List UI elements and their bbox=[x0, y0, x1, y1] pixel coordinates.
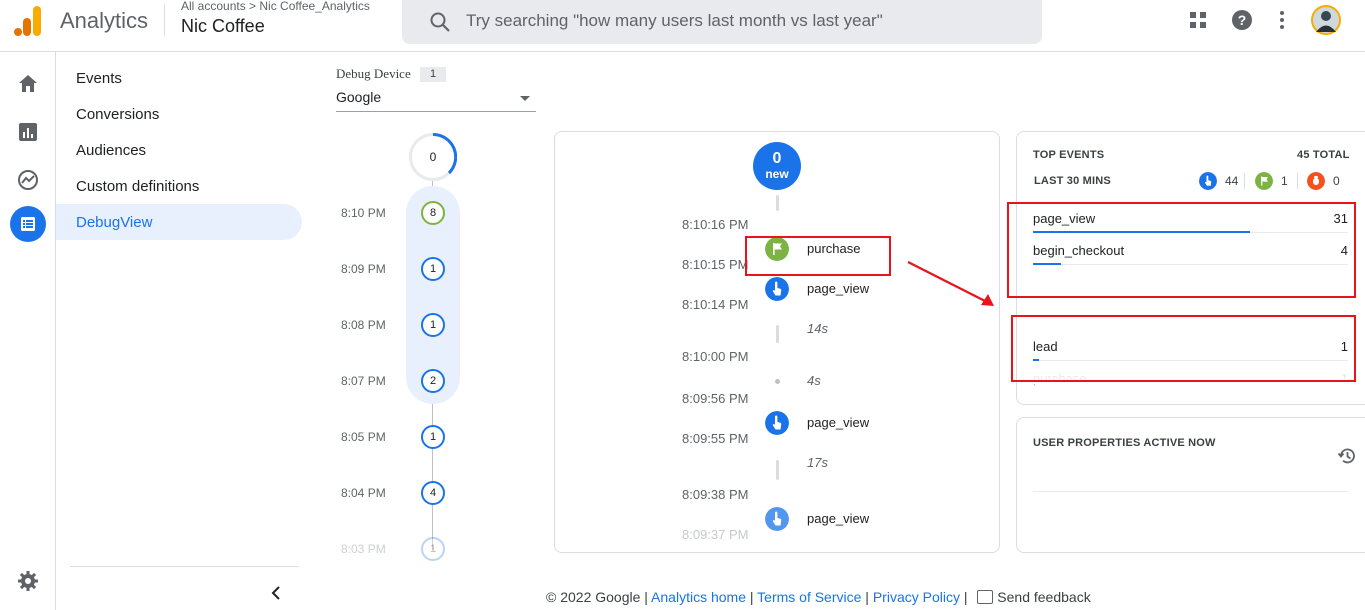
top-events-title: TOP EVENTS bbox=[1033, 149, 1105, 161]
stream-time: 8:09:56 PM bbox=[682, 391, 749, 406]
nav-item-debugview[interactable]: DebugView bbox=[76, 214, 152, 231]
stream-time: 8:09:38 PM bbox=[682, 487, 749, 502]
errors-count-icon bbox=[1307, 172, 1325, 190]
stream-connector bbox=[776, 460, 779, 480]
minute-count-dot[interactable]: 2 bbox=[421, 369, 445, 393]
user-properties-title: USER PROPERTIES ACTIVE NOW bbox=[1033, 437, 1216, 449]
minute-count-dot[interactable]: 1 bbox=[421, 425, 445, 449]
footer-feedback[interactable]: Send feedback bbox=[997, 589, 1090, 605]
svg-text:?: ? bbox=[1238, 12, 1247, 28]
footer: © 2022 Google | Analytics home | Terms o… bbox=[546, 589, 1091, 605]
stream-event-page-view[interactable]: page_view bbox=[807, 415, 869, 430]
collapse-chevron-left-icon[interactable] bbox=[268, 584, 286, 602]
stream-time: 8:10:00 PM bbox=[682, 349, 749, 364]
apps-grid-icon[interactable] bbox=[1186, 8, 1210, 32]
nav-item-custom-definitions[interactable]: Custom definitions bbox=[76, 178, 199, 195]
user-properties-divider bbox=[1033, 491, 1348, 492]
conversions-count: 1 bbox=[1281, 174, 1288, 188]
count-divider bbox=[1297, 173, 1298, 189]
annotation-box-purchase bbox=[745, 236, 891, 276]
debug-device-label: Debug Device bbox=[336, 66, 411, 81]
explore-icon[interactable] bbox=[16, 168, 40, 192]
more-vert-icon[interactable] bbox=[1270, 8, 1294, 32]
stream-time: 8:10:15 PM bbox=[682, 257, 749, 272]
top-events-total: 45 TOTAL bbox=[1297, 149, 1350, 161]
conversions-count-icon bbox=[1255, 172, 1273, 190]
property-selector[interactable]: Nic Coffee bbox=[181, 16, 265, 36]
stream-event-page-view[interactable]: page_view bbox=[807, 281, 869, 296]
account-breadcrumb[interactable]: All accounts > Nic Coffee_Analytics bbox=[181, 0, 370, 13]
minute-count-dot[interactable]: 1 bbox=[421, 537, 445, 561]
reports-icon[interactable] bbox=[16, 120, 40, 144]
minute-time: 8:04 PM bbox=[341, 486, 386, 500]
footer-copyright: © 2022 Google bbox=[546, 589, 641, 605]
analytics-logo[interactable] bbox=[14, 6, 42, 36]
events-count-icon bbox=[1199, 172, 1217, 190]
annotation-box-top-events bbox=[1007, 202, 1356, 298]
stream-time: 8:09:55 PM bbox=[682, 431, 749, 446]
current-minute-count: 0 bbox=[429, 150, 437, 164]
history-icon[interactable] bbox=[1337, 446, 1357, 466]
home-icon[interactable] bbox=[16, 72, 40, 96]
stream-gap: 4s bbox=[807, 373, 821, 388]
minute-time: 8:08 PM bbox=[341, 318, 386, 332]
nav-divider bbox=[70, 566, 299, 567]
footer-link-analytics-home[interactable]: Analytics home bbox=[651, 589, 746, 605]
minute-count-dot[interactable]: 1 bbox=[421, 313, 445, 337]
nav-item-audiences[interactable]: Audiences bbox=[76, 142, 146, 159]
configure-icon[interactable] bbox=[16, 212, 40, 236]
nav-item-conversions[interactable]: Conversions bbox=[76, 106, 159, 123]
annotation-arrow bbox=[907, 261, 994, 306]
stream-time: 8:09:37 PM bbox=[682, 527, 749, 542]
title-divider bbox=[164, 4, 165, 36]
app-title: Analytics bbox=[60, 8, 149, 33]
minute-count-dot[interactable]: 8 bbox=[421, 201, 445, 225]
stream-gap: 17s bbox=[807, 455, 828, 470]
stream-connector bbox=[776, 325, 779, 343]
events-count: 44 bbox=[1225, 174, 1239, 188]
annotation-box-lead bbox=[1011, 315, 1356, 382]
minute-time: 8:03 PM bbox=[341, 542, 386, 556]
minute-time: 8:07 PM bbox=[341, 374, 386, 388]
new-events-label: new bbox=[765, 167, 789, 181]
minute-count-dot[interactable]: 4 bbox=[421, 481, 445, 505]
stream-connector bbox=[776, 195, 779, 211]
footer-link-privacy[interactable]: Privacy Policy bbox=[873, 589, 960, 605]
errors-count: 0 bbox=[1333, 174, 1340, 188]
search-icon bbox=[430, 12, 450, 32]
stream-connector-dot bbox=[775, 379, 780, 384]
feedback-icon[interactable] bbox=[977, 590, 994, 604]
stream-gap: 14s bbox=[807, 321, 828, 336]
minute-time: 8:10 PM bbox=[341, 206, 386, 220]
stream-time: 8:10:14 PM bbox=[682, 297, 749, 312]
dropdown-caret-icon bbox=[520, 96, 530, 101]
footer-link-terms[interactable]: Terms of Service bbox=[757, 589, 861, 605]
event-touch-icon[interactable] bbox=[765, 411, 789, 435]
minute-count-dot[interactable]: 1 bbox=[421, 257, 445, 281]
top-app-bar: Analytics All accounts > Nic Coffee_Anal… bbox=[0, 0, 1365, 52]
count-divider bbox=[1244, 173, 1245, 189]
stream-event-page-view[interactable]: page_view bbox=[807, 511, 869, 526]
minute-time: 8:05 PM bbox=[341, 430, 386, 444]
new-events-count: 0 bbox=[772, 150, 782, 167]
help-icon[interactable]: ? bbox=[1230, 8, 1254, 32]
minute-time: 8:09 PM bbox=[341, 262, 386, 276]
stream-time: 8:10:16 PM bbox=[682, 217, 749, 232]
event-touch-icon[interactable] bbox=[765, 507, 789, 531]
top-events-period: LAST 30 MINS bbox=[1034, 175, 1111, 187]
debug-device-count: 1 bbox=[420, 67, 446, 82]
debug-device-selected: Google bbox=[336, 89, 382, 105]
event-touch-icon[interactable] bbox=[765, 277, 789, 301]
new-events-badge[interactable]: 0 new bbox=[753, 142, 801, 190]
search-bar[interactable]: Try searching "how many users last month… bbox=[402, 0, 1042, 44]
avatar[interactable] bbox=[1311, 5, 1341, 35]
search-placeholder: Try searching "how many users last month… bbox=[466, 11, 883, 30]
debug-device-select[interactable]: Google bbox=[336, 89, 536, 112]
settings-gear-icon[interactable] bbox=[16, 569, 40, 593]
nav-item-events[interactable]: Events bbox=[76, 70, 122, 87]
